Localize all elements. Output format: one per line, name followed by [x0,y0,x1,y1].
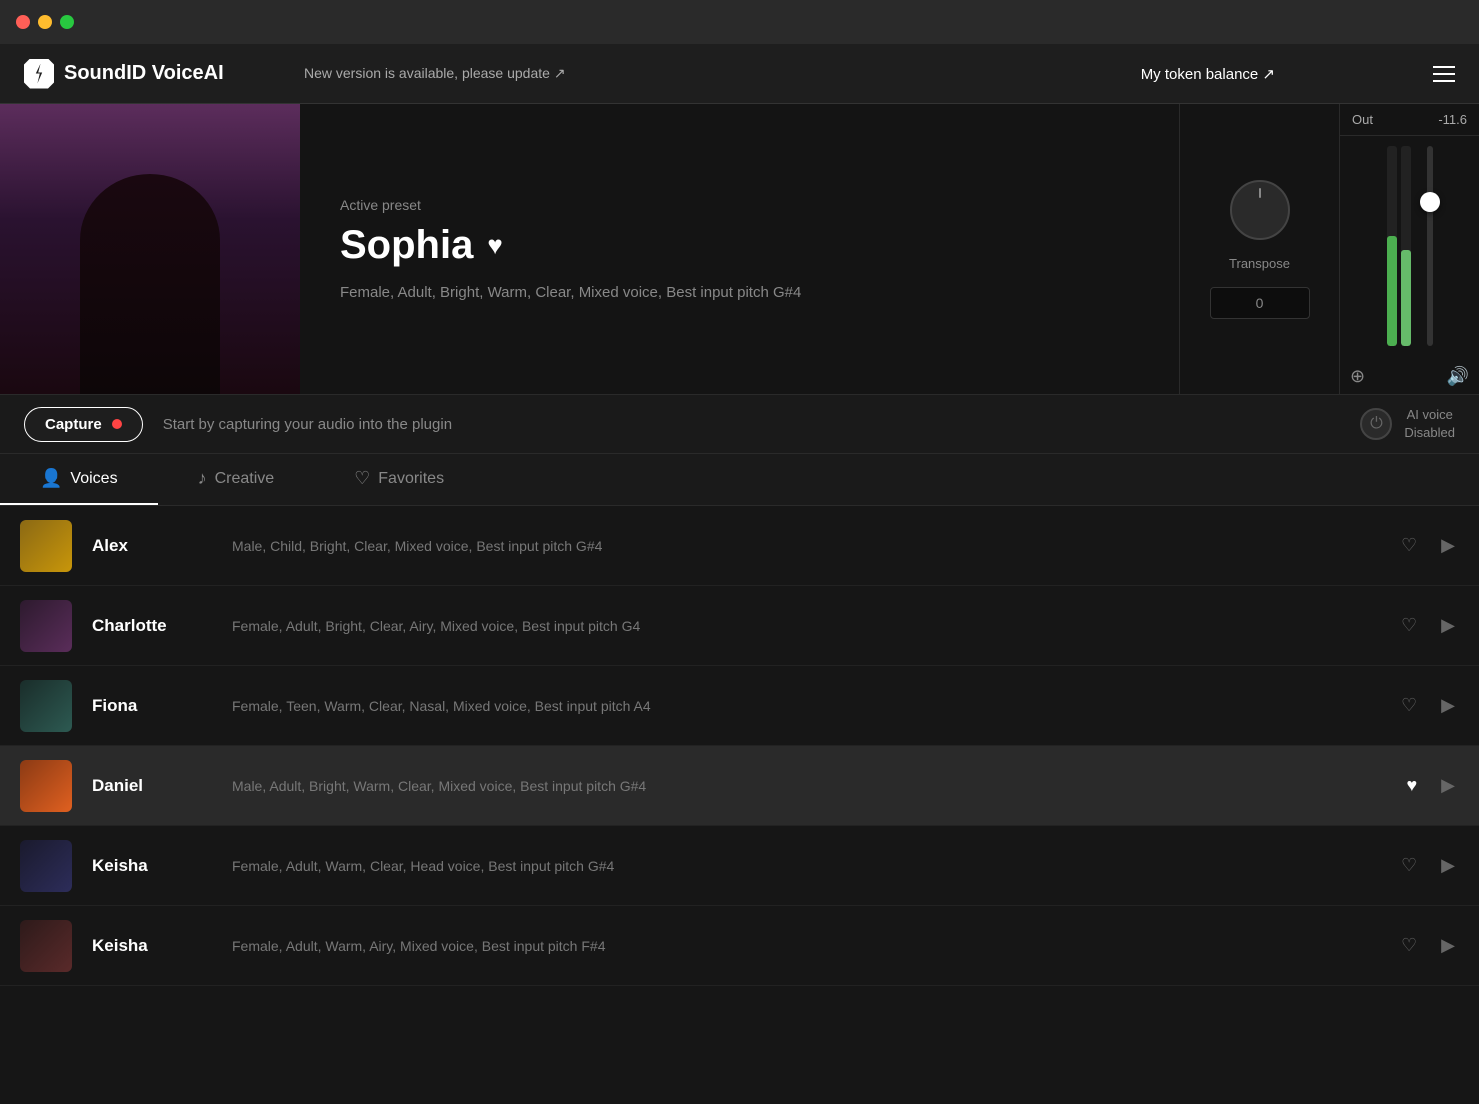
voice-actions: ♡▶ [1397,931,1459,960]
voice-avatar [20,760,72,812]
tab-favorites[interactable]: ♡ Favorites [314,454,484,505]
meter-footer: ⊕ 🔊 [1340,356,1479,397]
voice-list: AlexMale, Child, Bright, Clear, Mixed vo… [0,506,1479,1104]
tabs-bar: 👤 Voices ♪ Creative ♡ Favorites [0,454,1479,506]
voice-actions: ♡▶ [1397,611,1459,640]
tab-creative[interactable]: ♪ Creative [158,454,315,505]
vu-bar-right [1401,146,1411,346]
logo-icon [24,59,54,89]
voice-row[interactable]: DanielMale, Adult, Bright, Warm, Clear, … [0,746,1479,826]
menu-button[interactable] [1433,66,1455,82]
meter-panel: Out -11.6 [1339,104,1479,394]
meter-out-label: Out [1352,112,1373,127]
favorites-tab-icon: ♡ [354,468,370,489]
voice-name: Charlotte [92,616,232,636]
artist-silhouette [0,104,300,394]
preset-tags: Female, Adult, Bright, Warm, Clear, Mixe… [340,284,1139,301]
speaker-icon[interactable]: 🔊 [1447,366,1469,387]
preset-info: Active preset Sophia ♥ Female, Adult, Br… [300,104,1179,394]
voice-name: Fiona [92,696,232,716]
header: SoundID VoiceAI New version is available… [0,44,1479,104]
voice-avatar [20,680,72,732]
voice-actions: ♡▶ [1397,691,1459,720]
transpose-label: Transpose [1229,256,1290,271]
voice-row[interactable]: CharlotteFemale, Adult, Bright, Clear, A… [0,586,1479,666]
voice-row[interactable]: FionaFemale, Teen, Warm, Clear, Nasal, M… [0,666,1479,746]
voice-name: Keisha [92,856,232,876]
voice-tags: Female, Adult, Bright, Clear, Airy, Mixe… [232,618,1397,634]
meter-out-value: -11.6 [1438,112,1467,127]
app-logo: SoundID VoiceAI [24,59,304,89]
voice-actions: ♥▶ [1402,771,1459,800]
main-content: Active preset Sophia ♥ Female, Adult, Br… [0,104,1479,1104]
voice-actions: ♡▶ [1397,531,1459,560]
voice-name: Daniel [92,776,232,796]
favorite-button[interactable]: ♡ [1397,611,1421,640]
fader-track[interactable] [1427,146,1433,346]
meter-section: Out -11.6 [1339,104,1479,397]
fader-thumb[interactable] [1420,192,1440,212]
vu-meter [1387,146,1411,346]
capture-hint: Start by capturing your audio into the p… [163,416,1361,433]
voice-name: Keisha [92,936,232,956]
voice-avatar [20,600,72,652]
voice-tags: Female, Adult, Warm, Airy, Mixed voice, … [232,938,1397,954]
voice-tags: Female, Adult, Warm, Clear, Head voice, … [232,858,1397,874]
power-button[interactable]: ⏻ [1360,408,1392,440]
play-button[interactable]: ▶ [1437,931,1459,960]
bolt-icon [31,64,47,84]
capture-bar: Capture Start by capturing your audio in… [0,394,1479,454]
play-button[interactable]: ▶ [1437,851,1459,880]
play-button[interactable]: ▶ [1437,691,1459,720]
play-button[interactable]: ▶ [1437,771,1459,800]
update-notice[interactable]: New version is available, please update … [304,65,1141,82]
header-right [1295,66,1455,82]
tab-voices[interactable]: 👤 Voices [0,454,158,505]
voice-avatar [20,520,72,572]
app-title: SoundID VoiceAI [64,62,224,85]
token-balance[interactable]: My token balance ↗ [1141,65,1275,83]
voices-tab-icon: 👤 [40,468,62,489]
creative-tab-icon: ♪ [198,468,207,489]
favorite-button[interactable]: ♥ [1402,771,1421,800]
favorite-button[interactable]: ♡ [1397,691,1421,720]
meter-body [1340,136,1479,356]
meter-header: Out -11.6 [1340,104,1479,136]
transpose-value[interactable]: 0 [1210,287,1310,319]
content-wrapper: Active preset Sophia ♥ Female, Adult, Br… [0,104,1479,1104]
top-area: Active preset Sophia ♥ Female, Adult, Br… [0,104,1479,394]
voice-tags: Male, Child, Bright, Clear, Mixed voice,… [232,538,1397,554]
artist-image [0,104,300,394]
voice-tags: Female, Teen, Warm, Clear, Nasal, Mixed … [232,698,1397,714]
close-button[interactable] [16,15,30,29]
voice-actions: ♡▶ [1397,851,1459,880]
minimize-button[interactable] [38,15,52,29]
vu-bar-left [1387,146,1397,346]
favorite-button[interactable]: ♡ [1397,931,1421,960]
active-preset-label: Active preset [340,197,1139,213]
favorite-button[interactable]: ♡ [1397,851,1421,880]
voice-tags: Male, Adult, Bright, Warm, Clear, Mixed … [232,778,1402,794]
transpose-section: Transpose 0 [1179,104,1339,394]
capture-dot [112,419,122,429]
voice-row[interactable]: AlexMale, Child, Bright, Clear, Mixed vo… [0,506,1479,586]
play-button[interactable]: ▶ [1437,531,1459,560]
link-icon[interactable]: ⊕ [1350,366,1365,387]
voice-name: Alex [92,536,232,556]
transpose-knob[interactable] [1230,180,1290,240]
voice-row[interactable]: KeishaFemale, Adult, Warm, Airy, Mixed v… [0,906,1479,986]
capture-button[interactable]: Capture [24,407,143,442]
titlebar [0,0,1479,44]
voice-avatar [20,920,72,972]
play-button[interactable]: ▶ [1437,611,1459,640]
favorite-button[interactable]: ♡ [1397,531,1421,560]
voice-avatar [20,840,72,892]
preset-name: Sophia ♥ [340,223,1139,268]
favorite-icon[interactable]: ♥ [487,230,502,261]
voice-row[interactable]: KeishaFemale, Adult, Warm, Clear, Head v… [0,826,1479,906]
ai-voice-section: ⏻ AI voice Disabled [1360,406,1455,442]
maximize-button[interactable] [60,15,74,29]
ai-voice-text: AI voice Disabled [1404,406,1455,442]
